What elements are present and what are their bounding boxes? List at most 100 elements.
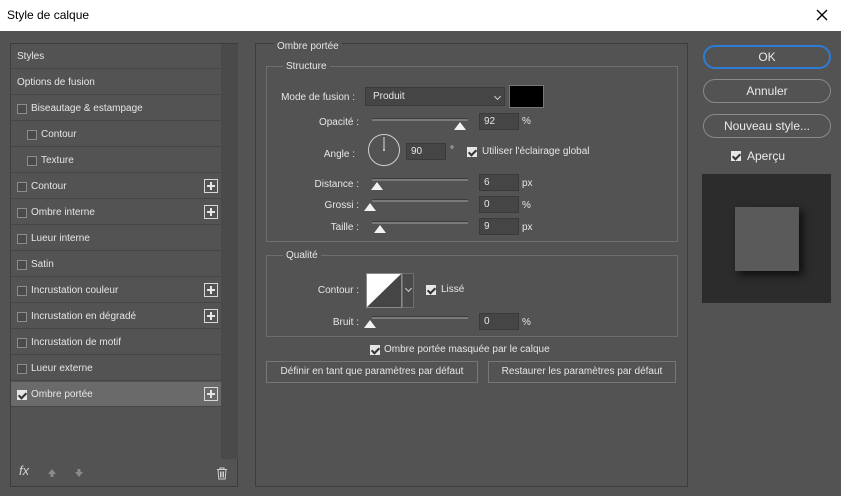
style-item-label: Lueur externe — [31, 363, 93, 374]
add-effect-icon[interactable] — [204, 205, 218, 219]
knockout-checkbox[interactable] — [370, 345, 380, 355]
trash-icon[interactable] — [216, 467, 228, 480]
blend-mode-select[interactable]: Produit — [365, 87, 505, 106]
style-item-label: Ombre interne — [31, 207, 95, 218]
style-item-checkbox[interactable] — [17, 234, 27, 244]
chevron-down-icon — [493, 92, 502, 101]
spread-unit: % — [522, 200, 531, 211]
style-item-label: Lueur interne — [31, 233, 90, 244]
style-item-label: Biseautage & estampage — [31, 103, 143, 114]
contour-label: Contour : — [317, 285, 359, 296]
size-input[interactable]: 9 — [479, 218, 519, 235]
add-effect-icon[interactable] — [204, 179, 218, 193]
size-slider-thumb[interactable] — [374, 225, 386, 233]
distance-input[interactable]: 6 — [479, 174, 519, 191]
style-item-label: Incrustation de motif — [31, 337, 122, 348]
contour-picker[interactable] — [366, 273, 402, 308]
cancel-button[interactable]: Annuler — [703, 79, 831, 103]
style-item-checkbox[interactable] — [27, 156, 37, 166]
title-bar: Style de calque — [0, 0, 841, 31]
move-down-icon[interactable] — [74, 468, 84, 478]
style-item[interactable]: Incrustation de motif — [11, 330, 221, 355]
distance-slider[interactable] — [372, 178, 468, 181]
structure-title: Structure — [283, 61, 330, 72]
add-effect-icon[interactable] — [204, 283, 218, 297]
global-light-checkbox[interactable] — [467, 147, 477, 157]
blend-mode-label: Mode de fusion : — [281, 92, 355, 103]
preview-label: Aperçu — [747, 149, 786, 163]
style-item-checkbox[interactable] — [17, 338, 27, 348]
section-title: Ombre portée — [274, 41, 342, 52]
opacity-slider[interactable] — [372, 118, 468, 121]
chevron-down-icon — [404, 284, 413, 293]
structure-group: Structure Mode de fusion : Produit Opaci… — [266, 61, 678, 242]
style-item[interactable]: Options de fusion — [11, 70, 221, 95]
style-item[interactable]: Ombre portée — [11, 382, 221, 407]
noise-slider-thumb[interactable] — [364, 320, 376, 328]
quality-title: Qualité — [283, 250, 321, 261]
style-item-checkbox[interactable] — [27, 130, 37, 140]
angle-dial[interactable] — [367, 133, 401, 167]
add-effect-icon[interactable] — [204, 387, 218, 401]
style-item-checkbox[interactable] — [17, 312, 27, 322]
style-item[interactable]: Satin — [11, 252, 221, 277]
spread-slider-thumb[interactable] — [364, 203, 376, 211]
new-style-button[interactable]: Nouveau style... — [703, 114, 831, 138]
antialias-label: Lissé — [441, 284, 465, 295]
style-item[interactable]: Biseautage & estampage — [11, 96, 221, 121]
style-item-label: Incrustation en dégradé — [31, 311, 137, 322]
style-item-checkbox[interactable] — [17, 286, 27, 296]
style-item-checkbox[interactable] — [17, 182, 27, 192]
drop-shadow-panel: Ombre portée Structure Mode de fusion : … — [255, 41, 688, 487]
style-item-label: Contour — [41, 129, 77, 140]
distance-slider-thumb[interactable] — [371, 182, 383, 190]
style-item[interactable]: Ombre interne — [11, 200, 221, 225]
styles-list-panel: Styles Options de fusion Biseautage & esta… — [10, 43, 238, 487]
noise-slider[interactable] — [372, 316, 468, 319]
angle-unit: ° — [450, 145, 454, 156]
spread-slider[interactable] — [372, 199, 468, 202]
move-up-icon[interactable] — [47, 468, 57, 478]
style-item-checkbox[interactable] — [17, 364, 27, 374]
spread-label: Grossi : — [324, 200, 359, 211]
style-item-checkbox[interactable] — [17, 390, 27, 400]
make-default-button[interactable]: Définir en tant que paramètres par défau… — [266, 361, 478, 383]
style-item-checkbox[interactable] — [17, 104, 27, 114]
antialias-checkbox[interactable] — [426, 285, 436, 295]
distance-label: Distance : — [314, 179, 359, 190]
style-item[interactable]: Incrustation couleur — [11, 278, 221, 303]
style-item[interactable]: Lueur externe — [11, 356, 221, 381]
ok-button[interactable]: OK — [703, 45, 831, 69]
blend-mode-value: Produit — [373, 91, 405, 102]
reset-default-button[interactable]: Restaurer les paramètres par défaut — [488, 361, 676, 383]
spread-input[interactable]: 0 — [479, 196, 519, 213]
contour-dropdown[interactable] — [402, 273, 414, 308]
style-item[interactable]: Styles — [11, 44, 221, 69]
style-item-checkbox[interactable] — [17, 260, 27, 270]
style-item[interactable]: Lueur interne — [11, 226, 221, 251]
close-icon[interactable] — [811, 4, 833, 26]
angle-input[interactable]: 90 — [406, 143, 446, 160]
styles-list-scrollbar[interactable] — [221, 44, 238, 459]
style-item[interactable]: Incrustation en dégradé — [11, 304, 221, 329]
shadow-color-swatch[interactable] — [509, 85, 544, 108]
add-effect-icon[interactable] — [204, 309, 218, 323]
opacity-input[interactable]: 92 — [479, 113, 519, 130]
preview-checkbox[interactable] — [731, 151, 741, 161]
fx-button[interactable]: fx — [19, 463, 29, 478]
noise-input[interactable]: 0 — [479, 313, 519, 330]
style-item-label: Satin — [31, 259, 54, 270]
angle-label: Angle : — [323, 149, 355, 160]
knockout-label: Ombre portée masquée par le calque — [384, 344, 550, 355]
style-item-label: Contour — [31, 181, 67, 192]
size-slider[interactable] — [372, 221, 468, 224]
style-item[interactable]: Contour — [11, 174, 221, 199]
style-item[interactable]: Texture — [11, 148, 221, 173]
opacity-slider-thumb[interactable] — [454, 122, 466, 130]
style-item[interactable]: Contour — [11, 122, 221, 147]
preview-thumbnail — [702, 174, 831, 303]
style-item-label: Incrustation couleur — [31, 285, 119, 296]
noise-unit: % — [522, 317, 531, 328]
size-unit: px — [522, 222, 533, 233]
style-item-checkbox[interactable] — [17, 208, 27, 218]
